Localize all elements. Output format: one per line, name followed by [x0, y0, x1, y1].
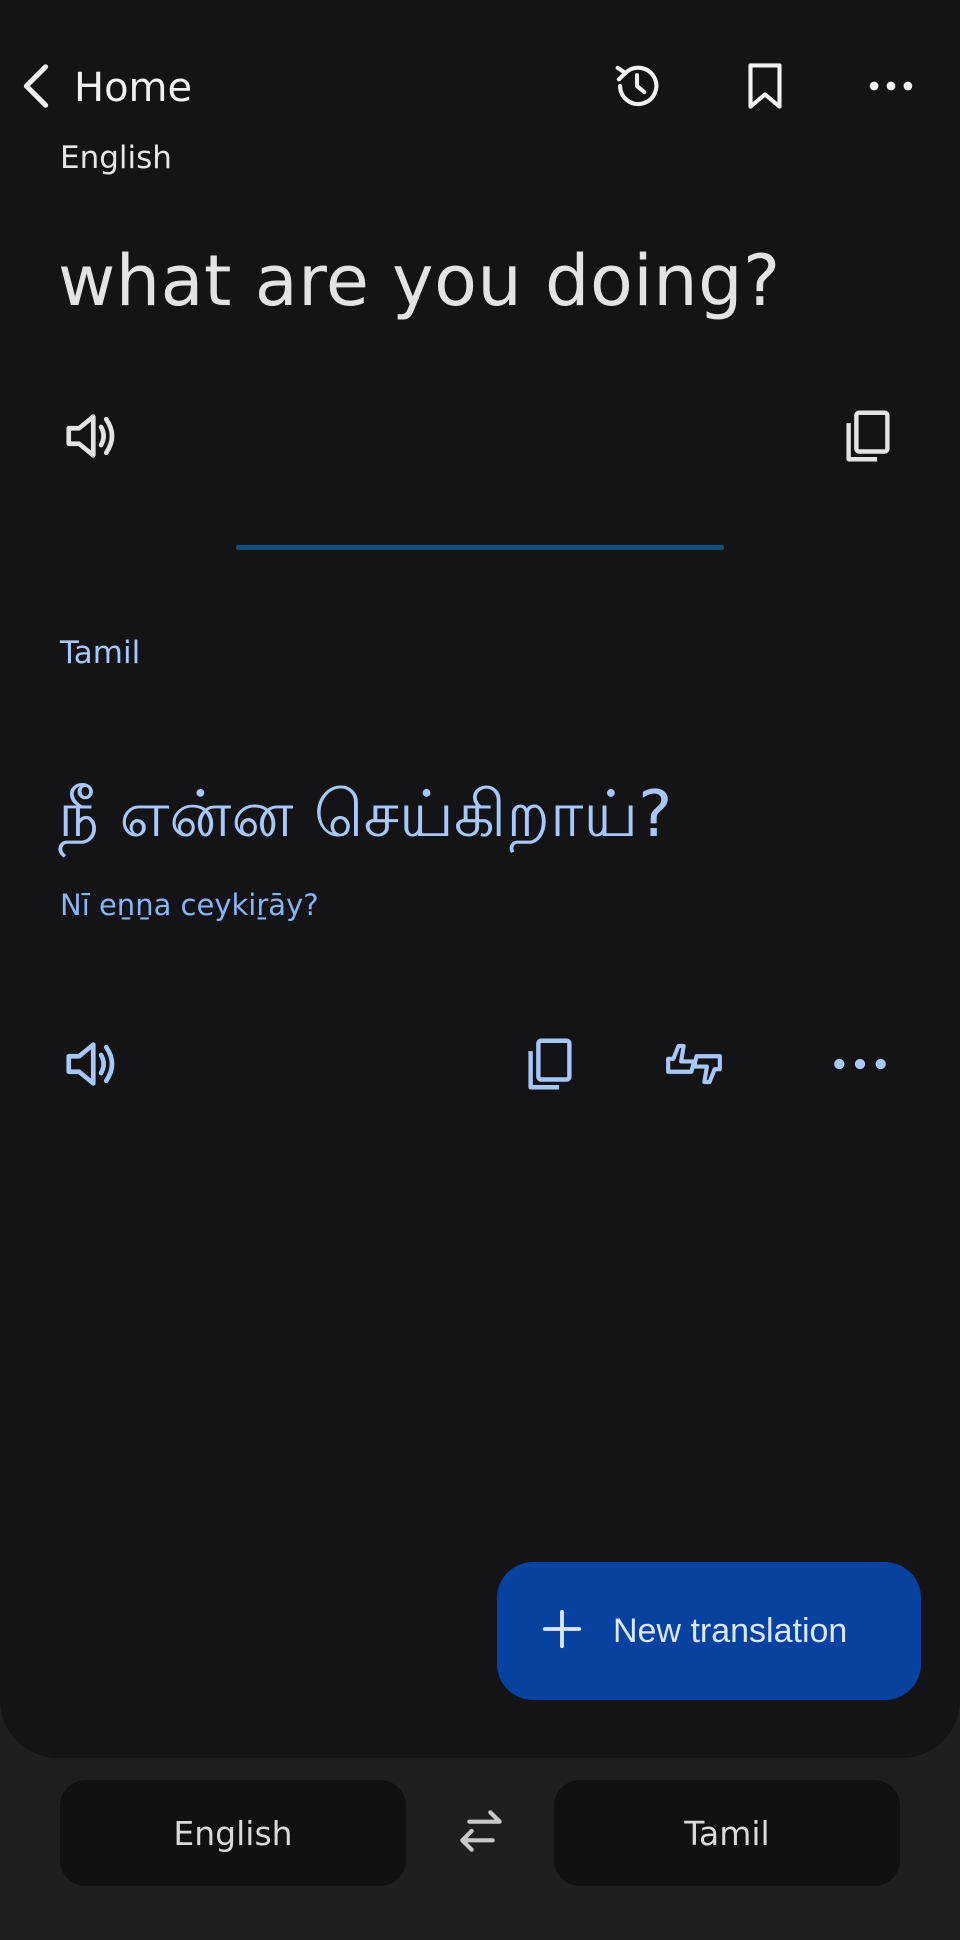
thumbs-up-down-icon — [663, 1033, 725, 1099]
target-language-selector[interactable]: Tamil — [554, 1780, 900, 1886]
copy-translation-button[interactable] — [514, 1030, 586, 1102]
translation-panel: Home English what are you doing? Tamil ந… — [0, 0, 960, 1758]
copy-icon — [837, 405, 899, 471]
source-language-name: English — [173, 1813, 293, 1853]
translation-more-button[interactable] — [824, 1030, 896, 1102]
section-divider — [236, 545, 724, 550]
source-language-label: English — [60, 140, 172, 176]
copy-icon — [519, 1033, 581, 1099]
back-button[interactable]: Home — [16, 58, 196, 118]
translated-text[interactable]: நீ என்ன செய்கிறாய்? — [58, 778, 672, 860]
chevron-left-icon — [16, 62, 56, 114]
more-horizontal-icon — [829, 1033, 891, 1099]
more-horizontal-icon — [862, 57, 920, 119]
rate-translation-button[interactable] — [658, 1030, 730, 1102]
more-options-button[interactable] — [855, 52, 927, 124]
saved-button[interactable] — [729, 52, 801, 124]
source-text[interactable]: what are you doing? — [58, 240, 781, 322]
transliteration-text: Nī eṉṉa ceykiṟāy? — [60, 888, 319, 922]
back-label: Home — [74, 65, 193, 111]
target-language-label: Tamil — [60, 635, 141, 671]
new-translation-button[interactable]: New translation — [497, 1562, 921, 1700]
copy-source-button[interactable] — [832, 402, 904, 474]
new-translation-label: New translation — [613, 1611, 848, 1650]
bookmark-icon — [736, 57, 794, 119]
swap-icon — [453, 1803, 509, 1863]
history-button[interactable] — [601, 52, 673, 124]
speaker-icon — [61, 405, 123, 471]
history-icon — [608, 57, 666, 119]
listen-source-button[interactable] — [56, 402, 128, 474]
speaker-icon — [61, 1033, 123, 1099]
listen-translation-button[interactable] — [56, 1030, 128, 1102]
target-language-name: Tamil — [684, 1813, 770, 1853]
plus-icon — [539, 1606, 585, 1656]
swap-languages-button[interactable] — [448, 1800, 514, 1866]
top-app-bar: Home — [0, 38, 960, 128]
source-language-selector[interactable]: English — [60, 1780, 406, 1886]
